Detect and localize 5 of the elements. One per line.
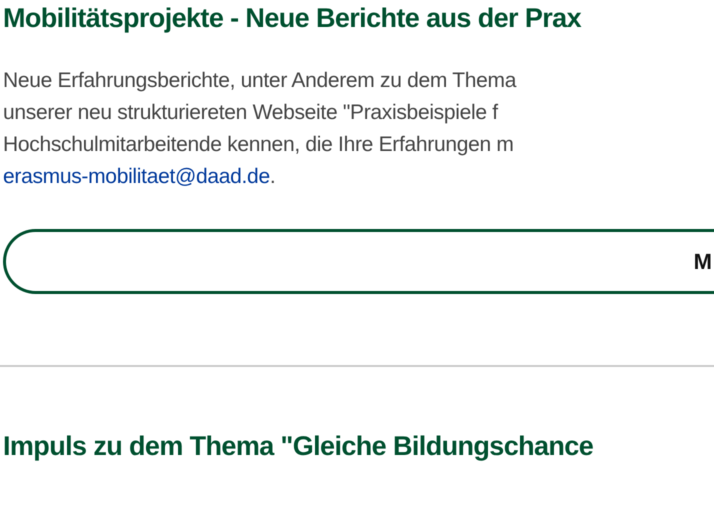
- article-paragraph: Neue Erfahrungsberichte, unter Anderem zu dem Thema unserer neu strukturiereten Webseite "Praxisbeispiele f Hochschulmitarbeitende kennen, die Ihre Erfahrungen m erasmus-mobilitaet@daad.de.: [3, 68, 518, 190]
- more-button[interactable]: M: [3, 229, 714, 294]
- article-heading: Mobilitätsprojekte - Neue Berichte aus der Prax: [3, 2, 582, 35]
- email-link[interactable]: erasmus-mobilitaet@daad.de: [3, 165, 270, 188]
- article-heading: Impuls zu dem Thema "Gleiche Bildungschance: [3, 430, 594, 463]
